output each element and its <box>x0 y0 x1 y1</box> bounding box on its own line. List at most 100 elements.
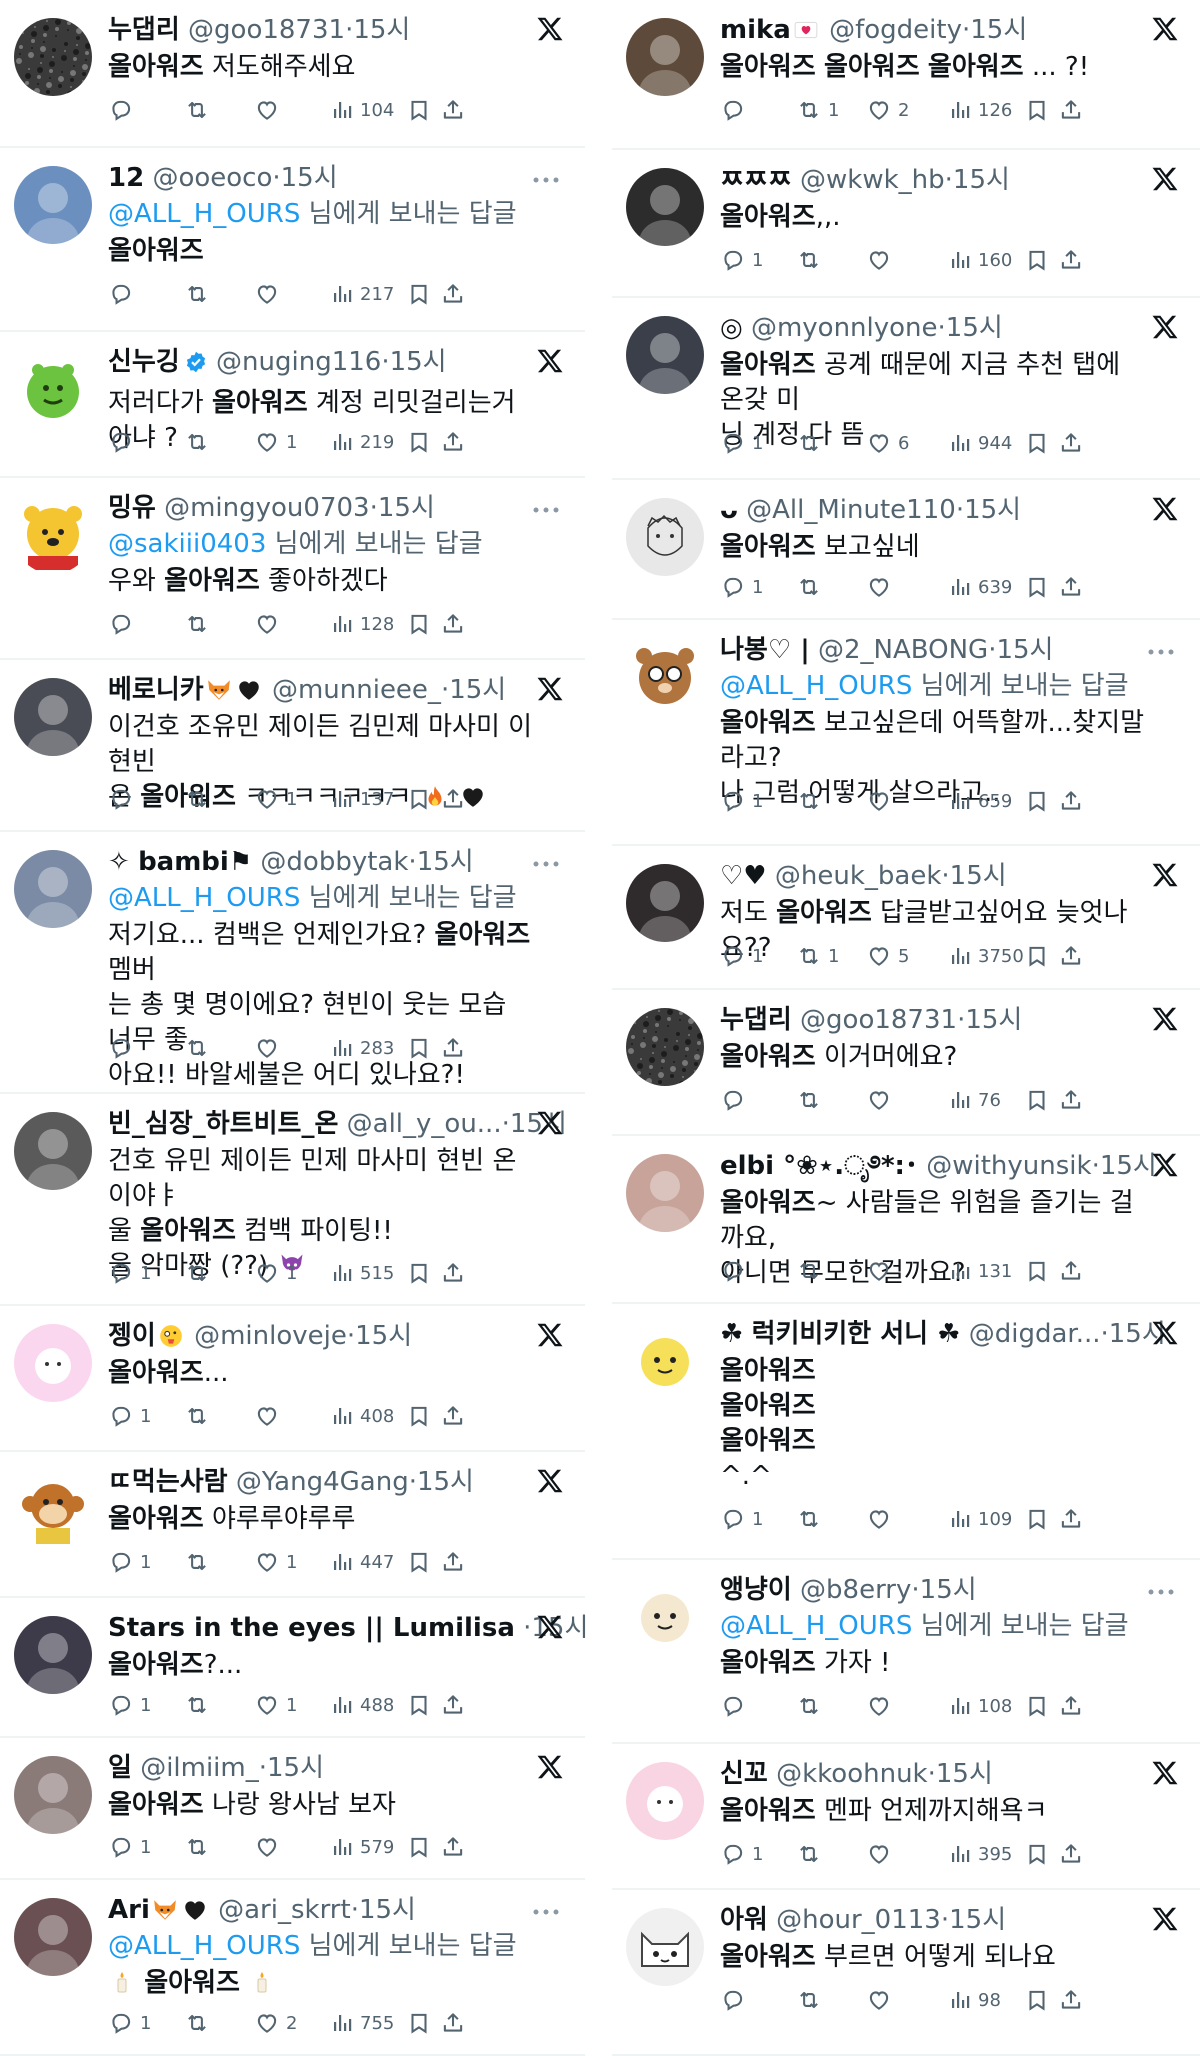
share-button[interactable] <box>440 277 466 311</box>
bookmark-button[interactable] <box>1024 426 1050 460</box>
more-options-icon[interactable] <box>531 854 563 874</box>
post-time[interactable]: 15시 <box>1100 1151 1157 1181</box>
display-name[interactable]: bambi <box>138 847 229 877</box>
user-handle[interactable]: @fogdeity <box>829 15 962 45</box>
user-handle[interactable]: @all_y_ou... <box>347 1109 502 1139</box>
share-button[interactable] <box>440 1545 466 1579</box>
share-button[interactable] <box>1058 939 1084 973</box>
post[interactable]: 밍유 @mingyou0703·15시 @sakiii0403 님에게 보내는 … <box>0 478 585 660</box>
reply-button[interactable]: 1 <box>720 1502 763 1536</box>
reply-button[interactable]: 1 <box>720 1837 763 1871</box>
like-button[interactable]: 1 <box>254 1688 297 1722</box>
post-time[interactable]: 15시 <box>359 1895 416 1925</box>
post-time[interactable]: 15시 <box>417 847 474 877</box>
reply-button[interactable] <box>720 1983 746 2017</box>
repost-button[interactable] <box>796 1254 822 1288</box>
reply-button[interactable]: 1 <box>108 1545 151 1579</box>
views-button[interactable]: 944 <box>948 426 1012 460</box>
x-logo-icon[interactable] <box>1150 1150 1182 1182</box>
bookmark-button[interactable] <box>1024 1837 1050 1871</box>
post-time[interactable]: 15시 <box>417 1467 474 1497</box>
user-handle[interactable]: @All_Minute110 <box>746 495 956 525</box>
post[interactable]: ◎ @myonnlyone·15시 올아워즈 공계 때문에 지금 추천 탭에 온… <box>612 298 1200 480</box>
avatar[interactable] <box>14 1112 92 1190</box>
reply-button[interactable]: 1 <box>108 2006 151 2040</box>
views-button[interactable]: 755 <box>330 2006 394 2040</box>
like-button[interactable] <box>254 1830 280 1864</box>
like-button[interactable] <box>866 570 892 604</box>
views-button[interactable]: 109 <box>948 1502 1012 1536</box>
reply-to-handle[interactable]: @ALL_H_OURS <box>108 883 300 913</box>
share-button[interactable] <box>1058 570 1084 604</box>
like-button[interactable] <box>866 1983 892 2017</box>
repost-button[interactable] <box>184 93 210 127</box>
more-options-icon[interactable] <box>1146 1582 1178 1602</box>
share-button[interactable] <box>440 425 466 459</box>
user-handle[interactable]: @goo18731 <box>188 15 345 45</box>
like-button[interactable] <box>254 1399 280 1433</box>
like-button[interactable]: 1 <box>254 782 297 816</box>
post[interactable]: ✧ bambi⚑ @dobbytak·15시 @ALL_H_OURS 님에게 보… <box>0 832 585 1094</box>
like-button[interactable]: 6 <box>866 426 909 460</box>
x-logo-icon[interactable] <box>535 346 567 378</box>
views-button[interactable]: 137 <box>330 782 394 816</box>
display-name[interactable]: 누댑리 <box>720 1005 792 1035</box>
repost-button[interactable] <box>184 277 210 311</box>
share-button[interactable] <box>1058 93 1084 127</box>
user-handle[interactable]: @2_NABONG <box>818 635 988 665</box>
avatar[interactable] <box>14 1898 92 1976</box>
more-options-icon[interactable] <box>531 170 563 190</box>
like-button[interactable] <box>866 1254 892 1288</box>
user-handle[interactable]: @b8erry <box>800 1575 911 1605</box>
user-handle[interactable]: @heuk_baek <box>775 861 942 891</box>
post[interactable]: elbi °❀⋆.ೃ࿔*:･ @withyunsik·15시 올아워즈~ 사람들… <box>612 1136 1200 1304</box>
user-handle[interactable]: @withyunsik <box>926 1151 1091 1181</box>
bookmark-button[interactable] <box>406 93 432 127</box>
user-handle[interactable]: @munnieee_ <box>272 675 441 705</box>
like-button[interactable] <box>254 607 280 641</box>
more-options-icon[interactable] <box>531 500 563 520</box>
post-time[interactable]: 15시 <box>950 861 1007 891</box>
views-button[interactable]: 108 <box>948 1689 1012 1723</box>
bookmark-button[interactable] <box>1024 1502 1050 1536</box>
share-button[interactable] <box>440 93 466 127</box>
repost-button[interactable] <box>184 1399 210 1433</box>
bookmark-button[interactable] <box>1024 1689 1050 1723</box>
views-button[interactable]: 408 <box>330 1399 394 1433</box>
post[interactable]: 빈_심장_하트비트_온 @all_y_ou...·15시 건호 유민 제이든 민… <box>0 1094 585 1306</box>
reply-button[interactable]: 1 <box>108 1830 151 1864</box>
bookmark-button[interactable] <box>1024 939 1050 973</box>
avatar[interactable] <box>626 638 704 716</box>
like-button[interactable]: 5 <box>866 939 909 973</box>
x-logo-icon[interactable] <box>535 674 567 706</box>
post[interactable]: mika @fogdeity·15시 올아워즈 올아워즈 올아워즈 ... ?!… <box>612 0 1200 150</box>
post-time[interactable]: 15시 <box>353 15 410 45</box>
post-time[interactable]: 15시 <box>281 163 338 193</box>
post[interactable]: 일 @ilmiim_·15시 올아워즈 나랑 왕사남 보자 1 579 <box>0 1738 585 1880</box>
user-handle[interactable]: @digdar... <box>969 1319 1101 1349</box>
repost-button[interactable] <box>184 782 210 816</box>
views-button[interactable]: 447 <box>330 1545 394 1579</box>
x-logo-icon[interactable] <box>1150 860 1182 892</box>
avatar[interactable] <box>626 1908 704 1986</box>
reply-button[interactable] <box>108 277 134 311</box>
bookmark-button[interactable] <box>1024 1254 1050 1288</box>
repost-button[interactable] <box>796 1837 822 1871</box>
avatar[interactable] <box>14 1756 92 1834</box>
user-handle[interactable]: @goo18731 <box>800 1005 957 1035</box>
bookmark-button[interactable] <box>1024 784 1050 818</box>
reply-to-handle[interactable]: @ALL_H_OURS <box>720 671 912 701</box>
views-button[interactable]: 104 <box>330 93 394 127</box>
post-time[interactable]: 15시 <box>996 635 1053 665</box>
display-name[interactable]: 12 <box>108 163 144 193</box>
display-name[interactable]: Stars in the eyes || Lumilisa <box>108 1613 515 1643</box>
bookmark-button[interactable] <box>406 277 432 311</box>
post-time[interactable]: 15시 <box>936 1759 993 1789</box>
share-button[interactable] <box>1058 784 1084 818</box>
post-time[interactable]: 15시 <box>390 347 447 377</box>
views-button[interactable]: 395 <box>948 1837 1012 1871</box>
like-button[interactable] <box>866 784 892 818</box>
like-button[interactable] <box>254 1031 280 1065</box>
post[interactable]: 아워 @hour_0113·15시 올아워즈 부르면 어떻게 되나요 98 <box>612 1890 1200 2056</box>
views-button[interactable]: 639 <box>948 570 1012 604</box>
